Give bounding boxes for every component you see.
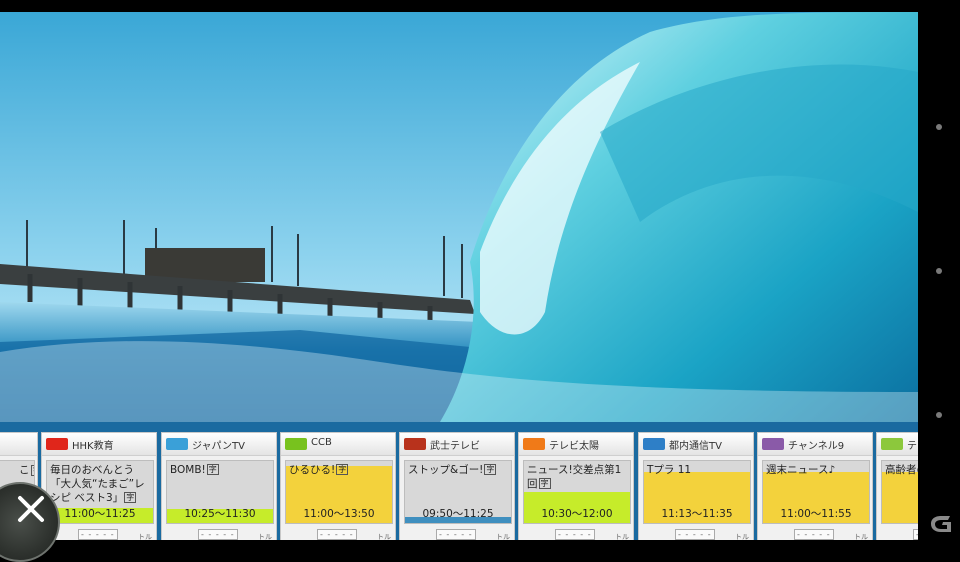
- nav-dot-middle[interactable]: [936, 268, 942, 274]
- channel-card[interactable]: 武士テレビストップ&ゴー! 字 09:50～11:25 - - - - - トル: [399, 432, 515, 540]
- program-title: 週末ニュース♪: [766, 463, 866, 477]
- program-title: ニュース!交差点第1回字: [527, 463, 627, 491]
- channel-header: HHK教育: [42, 433, 156, 456]
- channel-card[interactable]: CCB ひるひる! 字 11:00～13:50 - - - - - トル: [280, 432, 396, 540]
- program-time: 10:25～11:30: [184, 508, 256, 520]
- channel-name: チャンネル9: [788, 441, 845, 452]
- channel-logo-icon: [523, 438, 545, 450]
- rating-unit: トル: [377, 533, 391, 540]
- channel-header: テレ: [877, 433, 918, 456]
- subtitle-badge: 字: [31, 465, 34, 476]
- channel-card[interactable]: テレビ太陽ニュース!交差点第1回字 10:30～12:00 - - - - - トル: [518, 432, 634, 540]
- channel-header: 武士テレビ: [400, 433, 514, 456]
- channel-header: テレビ太陽: [519, 433, 633, 456]
- rating-indicator: - - - - -: [78, 529, 118, 540]
- program-title-tail: こ: [19, 464, 30, 476]
- program-time: 11:00～13:50: [303, 508, 375, 520]
- program-time: 10:30～12:00: [541, 508, 613, 520]
- channel-name: 武士テレビ: [430, 441, 480, 452]
- channel-header: 都内通信TV: [639, 433, 753, 456]
- program-title-text: 週末ニュース♪: [766, 464, 836, 476]
- rating-indicator: - - - - -: [198, 529, 238, 540]
- subtitle-badge: 字: [206, 464, 219, 475]
- channel-logo-icon: [166, 438, 188, 450]
- rating-unit: トル: [615, 533, 629, 540]
- system-nav-bar: [918, 0, 960, 540]
- channel-logo-icon: [46, 438, 68, 450]
- channel-card[interactable]: チャンネル9 週末ニュース♪ 11:00～11:55 - - - - - トル: [757, 432, 873, 540]
- program-box[interactable]: BOMB! 字 10:25～11:30: [166, 460, 274, 524]
- program-box[interactable]: Tプラ 11 11:13～11:35: [643, 460, 751, 524]
- program-box[interactable]: 週末ニュース♪ 11:00～11:55: [762, 460, 870, 524]
- subtitle-badge: 字: [124, 492, 137, 503]
- rating-unit: トル: [854, 533, 868, 540]
- channel-header: CCB: [281, 433, 395, 456]
- program-title: 高齢者の保険 第: [885, 463, 918, 477]
- rating-unit: トル: [496, 533, 510, 540]
- nav-dot-top[interactable]: [936, 124, 942, 130]
- rating-indicator: - - - - -: [436, 529, 476, 540]
- broadcast-video: [0, 12, 918, 422]
- program-title: ストップ&ゴー! 字: [408, 463, 508, 477]
- subtitle-badge: 字: [484, 464, 497, 475]
- program-title: Tプラ 11: [647, 463, 747, 477]
- rating-unit: トル: [138, 533, 152, 540]
- close-icon: [18, 496, 44, 522]
- channel-logo-icon: [404, 438, 426, 450]
- channel-name: テレ: [907, 441, 918, 452]
- program-title-text: Tプラ 11: [647, 464, 692, 476]
- program-time: 09:50～11:25: [422, 508, 494, 520]
- channel-logo-icon: [285, 438, 307, 450]
- program-title: 毎日のおべんとう「大人気“たまご”レシピ ベスト3」字: [50, 463, 150, 505]
- channel-logo-icon: [643, 438, 665, 450]
- program-title-text: 高齢者の保険 第: [885, 464, 918, 476]
- program-guide-strip: こ字54- - - - -トルHHK教育毎日のおべんとう「大人気“たまご”レシピ…: [0, 422, 918, 540]
- program-title: ひるひる! 字: [289, 463, 389, 477]
- channel-card[interactable]: ジャパンTV BOMB! 字 10:25～11:30 - - - - - トル: [161, 432, 277, 540]
- program-box[interactable]: 高齢者の保険 第: [881, 460, 918, 524]
- program-time: 11:00～11:25: [64, 508, 136, 520]
- channel-card[interactable]: 都内通信TV Tプラ 11 11:13～11:35 - - - - - トル: [638, 432, 754, 540]
- subtitle-badge: 字: [538, 478, 551, 489]
- program-box[interactable]: ニュース!交差点第1回字 10:30～12:00: [523, 460, 631, 524]
- program-title-text: ひるひる!: [289, 464, 336, 476]
- program-title-text: BOMB!: [170, 464, 206, 476]
- subtitle-badge: 字: [336, 464, 349, 475]
- channel-name: ジャパンTV: [192, 441, 245, 452]
- rating-indicator: - - - - -: [555, 529, 595, 540]
- rating-unit: トル: [735, 533, 749, 540]
- program-box[interactable]: ひるひる! 字 11:00～13:50: [285, 460, 393, 524]
- program-box[interactable]: ストップ&ゴー! 字 09:50～11:25: [404, 460, 512, 524]
- program-time: 11:13～11:35: [661, 508, 733, 520]
- rating-indicator: - - - - -: [675, 529, 715, 540]
- rating-unit: トル: [258, 533, 272, 540]
- game-watermark-icon: [931, 516, 951, 532]
- program-title: BOMB! 字: [170, 463, 270, 477]
- channel-name: 都内通信TV: [669, 441, 722, 452]
- channel-card[interactable]: テレ高齢者の保険 第- - - - -トル: [876, 432, 918, 540]
- channel-name: CCB: [311, 437, 332, 448]
- channel-header: [0, 433, 37, 456]
- channel-header: チャンネル9: [758, 433, 872, 456]
- rating-indicator: - - - - -: [317, 529, 357, 540]
- channel-name: HHK教育: [72, 441, 114, 452]
- channel-name: テレビ太陽: [549, 441, 599, 452]
- program-box[interactable]: 毎日のおべんとう「大人気“たまご”レシピ ベスト3」字 11:00～11:25: [46, 460, 154, 524]
- program-progress-fill: [882, 472, 918, 523]
- channel-logo-icon: [881, 438, 903, 450]
- channel-header: ジャパンTV: [162, 433, 276, 456]
- program-title-text: ストップ&ゴー!: [408, 464, 484, 476]
- program-time: 11:00～11:55: [780, 508, 852, 520]
- rating-indicator: - - - - -: [794, 529, 834, 540]
- tv-screen: こ字54- - - - -トルHHK教育毎日のおべんとう「大人気“たまご”レシピ…: [0, 12, 918, 540]
- channel-logo-icon: [762, 438, 784, 450]
- nav-dot-bottom[interactable]: [936, 412, 942, 418]
